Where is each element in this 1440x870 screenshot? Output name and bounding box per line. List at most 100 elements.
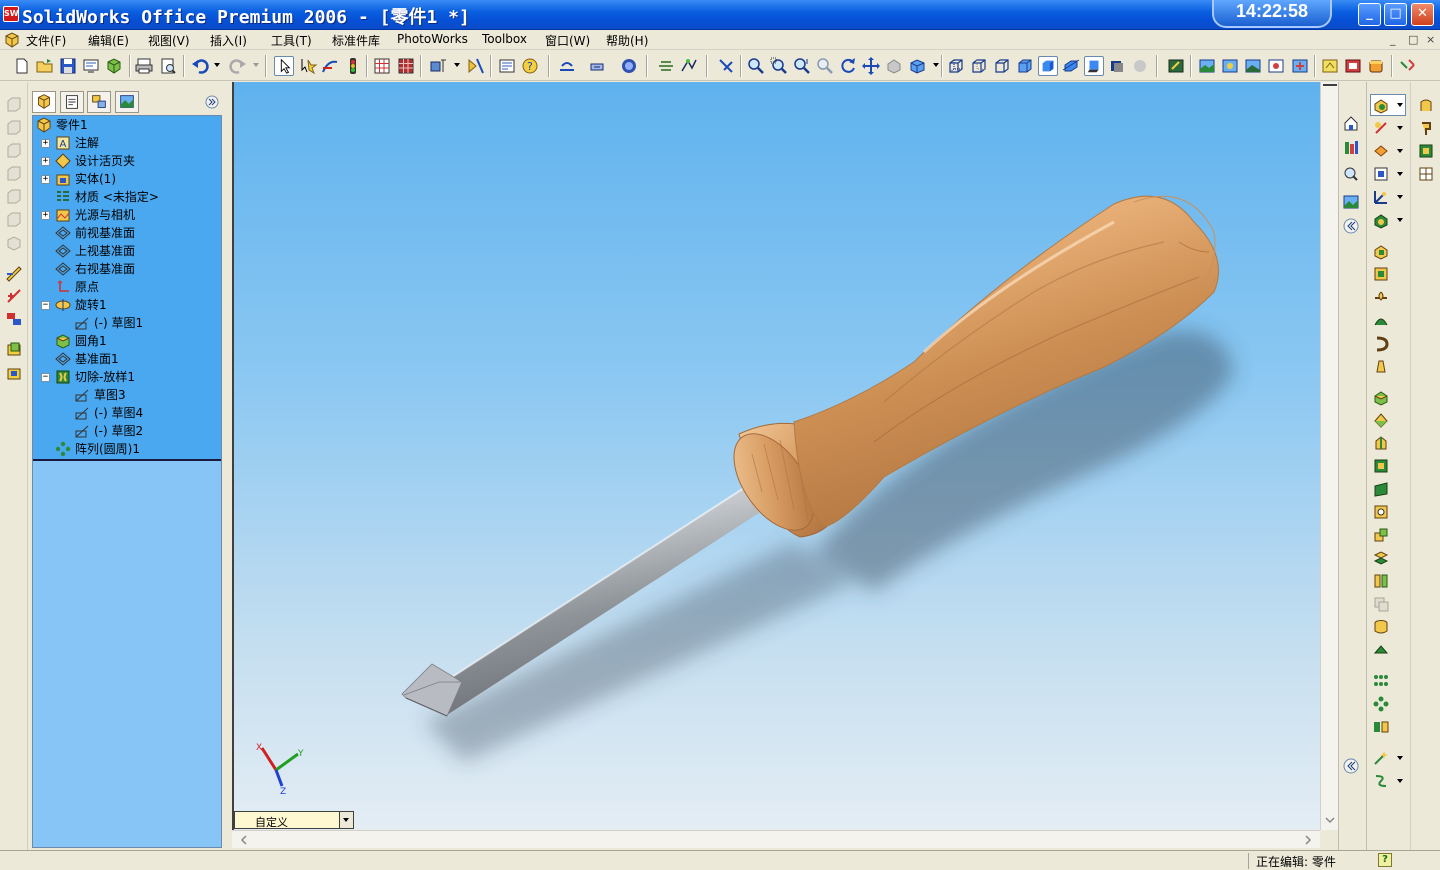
- properties-icon[interactable]: [497, 56, 517, 76]
- freeform-icon[interactable]: [1372, 772, 1390, 790]
- tree-item[interactable]: (-) 草图1: [33, 314, 219, 332]
- loft-icon[interactable]: [1372, 165, 1390, 183]
- shell-icon[interactable]: [1372, 457, 1390, 475]
- smart-dimension-sketch-icon[interactable]: [5, 287, 23, 305]
- loft-dropdown-icon[interactable]: [1397, 172, 1403, 176]
- fillet-icon[interactable]: [1372, 388, 1390, 406]
- options-icon[interactable]: [104, 56, 124, 76]
- sweep-icon[interactable]: [1372, 142, 1390, 160]
- scroll-right-icon[interactable]: [1302, 834, 1314, 846]
- doc-restore-button[interactable]: □: [1408, 33, 1418, 46]
- tree-item[interactable]: 阵列(圆周)1: [33, 440, 219, 458]
- undo-icon[interactable]: [190, 56, 210, 76]
- collapse-icon[interactable]: −: [41, 301, 50, 310]
- collapse-icon[interactable]: −: [41, 373, 50, 382]
- smart-dimension-icon[interactable]: [428, 56, 448, 76]
- menu-photoworks[interactable]: PhotoWorks: [397, 32, 468, 46]
- rebuild-icon[interactable]: [343, 56, 363, 76]
- expand-icon[interactable]: +: [41, 211, 50, 220]
- realview-graphics-icon[interactable]: [1107, 56, 1127, 76]
- expand-icon[interactable]: +: [41, 139, 50, 148]
- tree-item[interactable]: + 设计活页夹: [33, 152, 219, 170]
- hidden-lines-removed-icon[interactable]: [992, 56, 1012, 76]
- tree-item[interactable]: + A 注解: [33, 134, 219, 152]
- menu-view[interactable]: 视图(V): [148, 32, 190, 49]
- revolved-cut-icon[interactable]: [1372, 265, 1390, 283]
- sweep-dropdown-icon[interactable]: [1397, 149, 1403, 153]
- redo-dropdown-icon[interactable]: [253, 63, 259, 67]
- solidworks-logo-icon[interactable]: SW: [3, 6, 19, 22]
- scrollbar-split-handle[interactable]: [1323, 84, 1337, 88]
- feature-works-icon[interactable]: [1366, 56, 1386, 76]
- menu-tools[interactable]: 工具(T): [271, 32, 312, 49]
- chamfer-icon[interactable]: [1372, 411, 1390, 429]
- redo-icon[interactable]: [228, 56, 248, 76]
- revolve-boss-icon[interactable]: [1372, 119, 1390, 137]
- menu-edit[interactable]: 编辑(E): [88, 32, 129, 49]
- sketch-relations-icon[interactable]: [716, 56, 736, 76]
- maximize-button[interactable]: □: [1384, 3, 1407, 26]
- swept-cut-icon[interactable]: [1372, 288, 1390, 306]
- reference-dropdown-icon[interactable]: [1397, 195, 1403, 199]
- color-palette-icon[interactable]: [396, 56, 416, 76]
- scene-icon[interactable]: [1197, 56, 1217, 76]
- extruded-boss-icon[interactable]: [5, 340, 23, 358]
- boundary-cut-icon[interactable]: [1372, 334, 1390, 352]
- scale-icon[interactable]: [1372, 526, 1390, 544]
- wireframe-icon[interactable]: [946, 56, 966, 76]
- menu-standard-library[interactable]: 标准件库: [332, 32, 380, 49]
- doc-close-button[interactable]: ×: [1426, 33, 1435, 46]
- sketch-icon[interactable]: [5, 264, 23, 282]
- tree-item[interactable]: 材质 <未指定>: [33, 188, 219, 206]
- edit-appearance-icon[interactable]: [1166, 56, 1186, 76]
- menu-insert[interactable]: 插入(I): [210, 32, 247, 49]
- materials-icon[interactable]: [1220, 56, 1240, 76]
- cavity-icon[interactable]: [1372, 618, 1390, 636]
- print-preview-zoom-icon[interactable]: [158, 56, 178, 76]
- instant3d-dropdown-icon[interactable]: [1397, 756, 1403, 760]
- sketch-spline-icon[interactable]: [656, 56, 676, 76]
- standard-views-dropdown-icon[interactable]: [933, 63, 939, 67]
- select-filter-icon[interactable]: [298, 56, 318, 76]
- extruded-cut-icon[interactable]: [1372, 242, 1390, 260]
- reference-geometry-icon[interactable]: [1372, 188, 1390, 206]
- tree-item[interactable]: − 旋转1: [33, 296, 219, 314]
- rebuild-sketch-icon[interactable]: [320, 56, 340, 76]
- file-explorer-icon[interactable]: [1342, 165, 1360, 183]
- graphics-area[interactable]: X Y Z 自定义: [232, 82, 1320, 830]
- shadows-in-shaded-mode-icon[interactable]: [1084, 56, 1104, 76]
- tree-item[interactable]: (-) 草图4: [33, 404, 219, 422]
- tab-feature-manager-icon[interactable]: [32, 91, 56, 113]
- tree-item[interactable]: 原点: [33, 278, 219, 296]
- photoworks-studio-icon[interactable]: [1343, 56, 1363, 76]
- tree-item[interactable]: 右视基准面: [33, 260, 219, 278]
- curves-dropdown-icon[interactable]: [1397, 218, 1403, 222]
- view-palette-icon[interactable]: [1342, 193, 1360, 211]
- tree-item[interactable]: + 实体(1): [33, 170, 219, 188]
- collapse-task-pane-icon[interactable]: [1343, 218, 1359, 234]
- shaded-with-edges-icon[interactable]: [1015, 56, 1035, 76]
- freeform-dropdown-icon[interactable]: [1397, 779, 1403, 783]
- extrude-boss-icon[interactable]: [1372, 96, 1390, 114]
- weld-bead-icon[interactable]: [557, 56, 577, 76]
- isometric-view-icon[interactable]: [5, 234, 23, 252]
- minimize-button[interactable]: _: [1358, 3, 1381, 26]
- scroll-down-icon[interactable]: [1324, 814, 1336, 826]
- menu-window[interactable]: 窗口(W): [545, 32, 590, 49]
- perspective-icon[interactable]: [1130, 56, 1150, 76]
- shaded-icon[interactable]: [1038, 56, 1058, 76]
- front-view-icon[interactable]: [5, 96, 23, 114]
- menu-toolbox[interactable]: Toolbox: [482, 32, 527, 46]
- standard-views-icon[interactable]: [908, 56, 928, 76]
- draft-icon[interactable]: [1372, 480, 1390, 498]
- mirror-icon[interactable]: [466, 56, 486, 76]
- expand-icon[interactable]: +: [41, 157, 50, 166]
- grid-icon[interactable]: [372, 56, 392, 76]
- tree-item[interactable]: 前视基准面: [33, 224, 219, 242]
- back-view-icon[interactable]: [5, 119, 23, 137]
- vertical-scrollbar[interactable]: [1320, 82, 1338, 830]
- tree-item[interactable]: 零件1: [33, 116, 219, 134]
- lights-icon[interactable]: [1266, 56, 1286, 76]
- new-macro-icon[interactable]: [1417, 165, 1435, 183]
- tree-item[interactable]: − 切除-放样1: [33, 368, 219, 386]
